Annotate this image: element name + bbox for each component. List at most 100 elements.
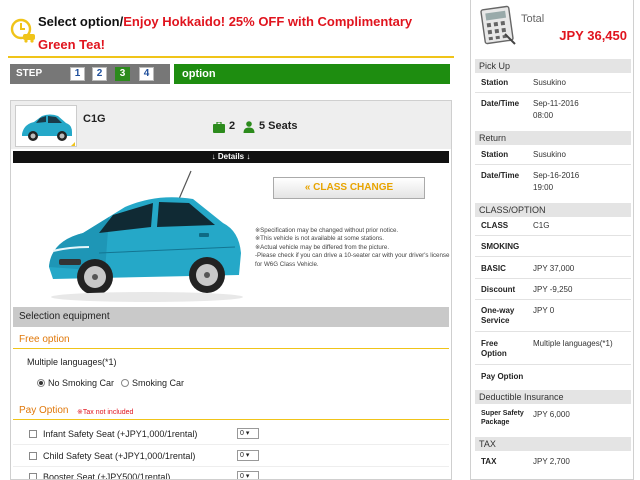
details-toggle[interactable]: ↓ Details ↓	[13, 151, 449, 163]
row-divider	[13, 444, 449, 445]
step-3-active: 3	[115, 67, 130, 81]
smoking-label[interactable]: Smoking Car	[132, 378, 184, 388]
return-heading: Return	[475, 131, 631, 145]
return-datetime-label: Date/Time	[481, 171, 520, 180]
title-plain: Select option/	[38, 14, 124, 29]
pickup-time: 08:00	[533, 111, 554, 120]
return-station-label: Station	[481, 150, 509, 159]
booster-seat-label: Booster Seat (+JPY500/1rental)	[43, 472, 171, 480]
infant-seat-checkbox[interactable]	[29, 430, 37, 438]
total-label: Total	[521, 13, 545, 25]
selection-equipment-header: Selection equipment	[13, 307, 449, 327]
current-step-name: option	[174, 64, 450, 84]
note-item: ※This vehicle is not available at some s…	[255, 235, 384, 243]
luggage-count: 2	[229, 120, 236, 132]
basic-label: BASIC	[481, 264, 506, 273]
free-option-divider	[13, 348, 449, 349]
free-option-title: Free option	[19, 334, 70, 345]
pickup-heading: Pick Up	[475, 59, 631, 73]
oneway-label-line1: One-way	[481, 306, 515, 315]
luggage-icon	[213, 122, 225, 133]
car-thumbnail-image	[22, 114, 72, 141]
child-seat-checkbox[interactable]	[29, 452, 37, 460]
oneway-label: One-way Service	[481, 306, 514, 326]
note-item: ※Actual vehicle may be differed from the…	[255, 243, 390, 251]
car-class-name: C1G	[83, 113, 106, 125]
tax-value: JPY 2,700	[533, 457, 570, 466]
pay-option-label: Pay Option	[481, 372, 524, 381]
infant-seat-label: Infant Safety Seat (+JPY1,000/1rental)	[43, 429, 198, 439]
no-smoking-label[interactable]: No Smoking Car	[48, 378, 114, 388]
person-icon	[243, 121, 255, 133]
deductible-heading: Deductible Insurance	[475, 390, 631, 404]
row-divider	[475, 331, 631, 332]
row-divider	[475, 256, 631, 257]
note-item: -Please check if you can drive a 10-seat…	[255, 252, 450, 268]
pay-option-divider	[13, 419, 449, 420]
row-divider	[475, 364, 631, 365]
row-divider	[475, 235, 631, 236]
smoking-label: SMOKING	[481, 242, 520, 251]
vehicle-panel: C1G 2 5 Seats ↓ Details ↓ « CLASS CHANGE…	[10, 100, 452, 480]
infant-seat-qty: 0	[240, 430, 244, 437]
pickup-station-label: Station	[481, 78, 509, 87]
total-price: JPY 36,450	[559, 28, 627, 43]
return-time: 19:00	[533, 183, 554, 192]
car-thumbnail	[15, 105, 77, 147]
pay-option-tax-note: ※Tax not included	[77, 409, 134, 416]
calculator-icon	[480, 5, 516, 45]
super-safety-label-line1: Super Safety	[481, 410, 524, 417]
child-seat-label: Child Safety Seat (+JPY1,000/1rental)	[43, 451, 196, 461]
booking-summary: Total JPY 36,450 Pick Up Station Susukin…	[470, 0, 634, 480]
return-station: Susukino	[533, 150, 566, 159]
smoking-radio[interactable]	[121, 379, 129, 387]
pickup-datetime-label: Date/Time	[481, 99, 520, 108]
super-safety-label-line2: Package	[481, 419, 510, 426]
class-value: C1G	[533, 221, 550, 230]
tax-label: TAX	[481, 457, 497, 466]
caret-down-icon: ▾	[245, 430, 250, 437]
super-safety-label: Super Safety Package	[481, 409, 524, 427]
seat-count: 5 Seats	[259, 120, 298, 132]
no-smoking-radio[interactable]	[37, 379, 45, 387]
child-seat-qty-select[interactable]: 0 ▾	[237, 450, 259, 461]
child-seat-qty: 0	[240, 452, 244, 459]
pickup-station: Susukino	[533, 78, 566, 87]
oneway-value: JPY 0	[533, 306, 555, 315]
infant-seat-qty-select[interactable]: 0 ▾	[237, 428, 259, 439]
thumbnail-corner	[71, 142, 75, 146]
free-option-value: Multiple languages(*1)	[533, 339, 613, 348]
pickup-date: Sep-11-2016	[533, 99, 579, 108]
caret-down-icon: ▾	[245, 452, 250, 459]
return-date: Sep-16-2016	[533, 171, 580, 180]
discount-label: Discount	[481, 285, 516, 294]
car-photo	[49, 170, 243, 302]
pay-item-row: Booster Seat (+JPY500/1rental) 0 ▾	[13, 468, 449, 480]
row-divider	[475, 164, 631, 165]
class-change-button[interactable]: « CLASS CHANGE	[273, 177, 425, 199]
class-change-label: CLASS CHANGE	[313, 182, 394, 193]
class-option-heading: CLASS/OPTION	[475, 203, 631, 217]
pay-item-row: Child Safety Seat (+JPY1,000/1rental) 0 …	[13, 446, 449, 466]
double-chevron-left-icon: «	[304, 182, 311, 193]
oneway-label-line2: Service	[481, 316, 510, 325]
super-safety-value: JPY 6,000	[533, 410, 570, 419]
page-header: Select option/Enjoy Hokkaido! 25% OFF wi…	[8, 4, 454, 58]
pay-option-title: Pay Option	[19, 405, 69, 416]
pay-item-row: Infant Safety Seat (+JPY1,000/1rental) 0…	[13, 424, 449, 444]
free-option-label: Free Option	[481, 339, 507, 359]
booster-seat-qty-select[interactable]: 0 ▾	[237, 471, 259, 480]
class-label: CLASS	[481, 221, 509, 230]
free-option-label-line1: Free	[481, 339, 498, 348]
row-divider	[475, 92, 631, 93]
vehicle-notes: ※Specification may be changed without pr…	[255, 227, 451, 269]
step-label: STEP	[16, 68, 43, 79]
row-divider	[475, 278, 631, 279]
step-4: 4	[139, 67, 154, 81]
step-1[interactable]: 1	[70, 67, 85, 81]
booster-seat-checkbox[interactable]	[29, 473, 37, 479]
note-item: ※Specification may be changed without pr…	[255, 227, 399, 234]
step-2[interactable]: 2	[92, 67, 107, 81]
basic-price: JPY 37,000	[533, 264, 575, 273]
booster-seat-qty: 0	[240, 473, 244, 480]
